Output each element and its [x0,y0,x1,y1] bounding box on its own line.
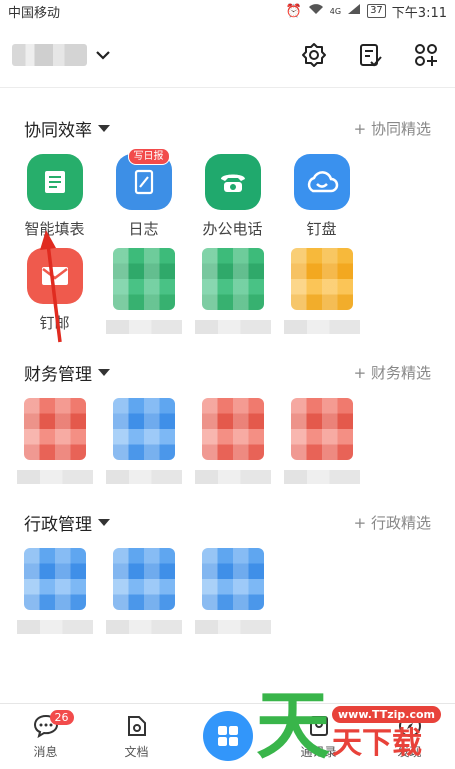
app-office-phone[interactable]: 办公电话 [188,154,277,238]
workbench-grid-icon [202,710,253,761]
section-title[interactable]: 财务管理 [24,360,354,385]
cloud-icon [293,154,350,210]
blurred-app-label [105,320,182,334]
battery-level: 37 [367,4,386,18]
app-blurred[interactable] [99,248,188,334]
blurred-app-icon [112,548,175,610]
blurred-app-label [105,620,182,634]
blurred-app-label [16,470,93,484]
top-header [0,22,455,88]
app-blurred[interactable] [188,548,277,634]
gear-icon[interactable] [301,42,327,68]
blurred-app-icon [201,548,264,610]
section-title[interactable]: 协同效率 [24,116,354,141]
app-blurred[interactable] [188,398,277,484]
blurred-app-label [194,320,271,334]
app-blurred[interactable] [10,398,99,484]
unread-count-badge: 26 [49,710,74,725]
alarm-icon: ⏰ [285,3,302,19]
blurred-app-label [283,320,360,334]
status-time: 下午3:11 [391,5,447,21]
blurred-app-icon [23,398,86,460]
blurred-app-label [16,620,93,634]
app-label: 日志 [128,220,159,238]
section-admin: 行政管理 + 行政精选 [0,496,455,644]
blurred-app-icon [290,398,353,460]
network-type: 4G [329,6,342,16]
write-report-badge: 写日报 [127,148,170,165]
blurred-app-label [283,470,360,484]
app-blurred[interactable] [277,248,366,334]
section-title-text: 协同效率 [24,120,92,141]
edit-list-icon[interactable] [357,42,383,68]
blurred-app-label [194,620,271,634]
app-ding-disk[interactable]: 钉盘 [277,154,366,238]
blurred-app-icon [23,548,86,610]
caret-down-icon [98,124,110,132]
section-more-link[interactable]: + 协同精选 [354,118,431,139]
section-collaboration: 协同效率 + 协同精选 智能填表 写日报 日志 办公电话 钉盘 钉邮 [0,102,455,344]
status-bar: 中国移动 ⏰ 4G 37 下午3:11 [0,0,455,22]
caret-down-icon [98,518,110,526]
blurred-app-icon [201,398,264,460]
tab-label: 消息 [33,745,58,759]
blurred-app-label [105,470,182,484]
document-icon [124,713,150,739]
watermark-big-char: 天 [256,683,330,769]
app-log[interactable]: 写日报 日志 [99,148,188,238]
tab-documents[interactable]: 文档 [91,704,182,769]
section-title-text: 行政管理 [24,514,92,535]
blurred-app-label [194,470,271,484]
section-finance: 财务管理 + 财务精选 [0,346,455,494]
app-blurred[interactable] [188,248,277,334]
carrier-name: 中国移动 [8,5,61,21]
app-blurred[interactable] [99,398,188,484]
apps-add-icon[interactable] [413,42,439,68]
watermark-text: 天下载 [332,726,422,761]
app-blurred[interactable] [10,548,99,634]
section-more-link[interactable]: + 财务精选 [354,362,431,383]
org-switcher[interactable] [12,43,301,66]
caret-down-icon [98,368,110,376]
form-icon [26,154,83,210]
blurred-app-icon [201,248,264,310]
section-more-link[interactable]: + 行政精选 [354,512,431,533]
blurred-app-icon [112,398,175,460]
app-blurred[interactable] [99,548,188,634]
org-name-blurred [12,43,87,66]
watermark-url: www.TTzip.com [332,706,441,723]
site-watermark: 天 www.TTzip.com 天下载 [256,683,441,769]
notebook-icon: 写日报 [115,148,172,210]
tab-messages[interactable]: 26 消息 [0,704,91,769]
blurred-app-icon [290,248,353,310]
app-smart-form[interactable]: 智能填表 [10,154,99,238]
section-title-text: 财务管理 [24,364,92,385]
tab-label: 文档 [124,745,149,759]
chevron-down-icon [95,45,111,64]
blurred-app-icon [112,248,175,310]
app-label: 办公电话 [202,220,263,238]
phone-icon [204,154,261,210]
app-label: 钉盘 [306,220,337,238]
annotation-arrow [40,230,62,343]
section-title[interactable]: 行政管理 [24,510,354,535]
app-blurred[interactable] [277,398,366,484]
signal-icon [347,3,361,19]
wifi-icon [308,3,324,19]
